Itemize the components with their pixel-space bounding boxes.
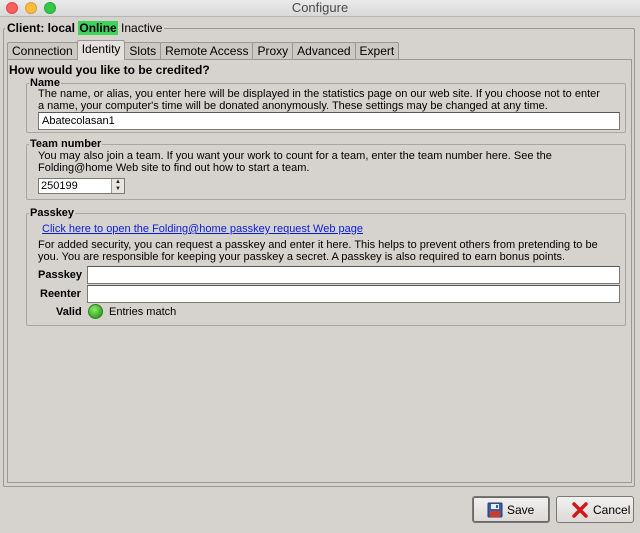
valid-label: Valid bbox=[56, 306, 82, 318]
name-description-line2: a name, your computer's time will be don… bbox=[38, 100, 548, 112]
identity-heading: How would you like to be credited? bbox=[9, 63, 210, 77]
minimize-window-button[interactable] bbox=[25, 2, 37, 14]
valid-status-text: Entries match bbox=[109, 306, 177, 318]
floppy-disk-icon bbox=[487, 502, 503, 517]
passkey-label: Passkey bbox=[38, 269, 83, 281]
cancel-button[interactable]: Cancel bbox=[556, 496, 634, 523]
passkey-request-link[interactable]: Click here to open the Folding@home pass… bbox=[42, 223, 363, 235]
team-description-line2: Folding@home Web site to find out how to… bbox=[38, 162, 310, 174]
cancel-x-icon bbox=[572, 501, 588, 518]
stepper-up-icon[interactable]: ▲ bbox=[112, 179, 124, 186]
tab-expert[interactable]: Expert bbox=[354, 42, 400, 60]
save-button[interactable]: Save bbox=[472, 496, 550, 523]
valid-indicator-icon bbox=[88, 304, 103, 319]
reenter-input[interactable] bbox=[87, 285, 620, 303]
tab-slots[interactable]: Slots bbox=[124, 42, 162, 60]
stepper-down-icon[interactable]: ▼ bbox=[112, 186, 124, 193]
passkey-input[interactable] bbox=[87, 266, 620, 284]
stepper-arrows[interactable]: ▲ ▼ bbox=[111, 179, 124, 193]
tab-identity[interactable]: Identity bbox=[76, 40, 126, 60]
name-description-line1: The name, or alias, you enter here will … bbox=[38, 88, 600, 100]
cancel-label: Cancel bbox=[593, 502, 631, 517]
client-label: Client: local bbox=[7, 21, 76, 35]
client-state: Inactive bbox=[121, 21, 163, 35]
close-window-button[interactable] bbox=[6, 2, 18, 14]
passkey-description-line1: For added security, you can request a pa… bbox=[38, 239, 598, 251]
tab-advanced[interactable]: Advanced bbox=[292, 42, 356, 60]
team-number-value[interactable]: 250199 bbox=[41, 179, 78, 193]
maximize-window-button[interactable] bbox=[44, 2, 56, 14]
tab-remote-access[interactable]: Remote Access bbox=[160, 42, 254, 60]
title-bar: Configure bbox=[0, 0, 640, 17]
team-number-stepper[interactable]: 250199 ▲ ▼ bbox=[38, 178, 125, 194]
passkey-legend: Passkey bbox=[29, 207, 76, 219]
name-input[interactable]: Abatecolasan1 bbox=[38, 112, 620, 130]
online-badge: Online bbox=[78, 21, 118, 35]
save-label: Save bbox=[507, 502, 535, 517]
tab-bar: Connection Identity Slots Remote Access … bbox=[7, 40, 400, 60]
reenter-label: Reenter bbox=[40, 288, 81, 300]
client-status: Client: local Online Inactive bbox=[5, 21, 165, 35]
passkey-description-line2: you. You are responsible for keeping you… bbox=[38, 251, 566, 263]
team-legend: Team number bbox=[29, 138, 103, 150]
tab-proxy[interactable]: Proxy bbox=[252, 42, 294, 60]
team-description-line1: You may also join a team. If you want yo… bbox=[38, 150, 552, 162]
window-title: Configure bbox=[291, 0, 349, 15]
tab-connection[interactable]: Connection bbox=[7, 42, 78, 60]
